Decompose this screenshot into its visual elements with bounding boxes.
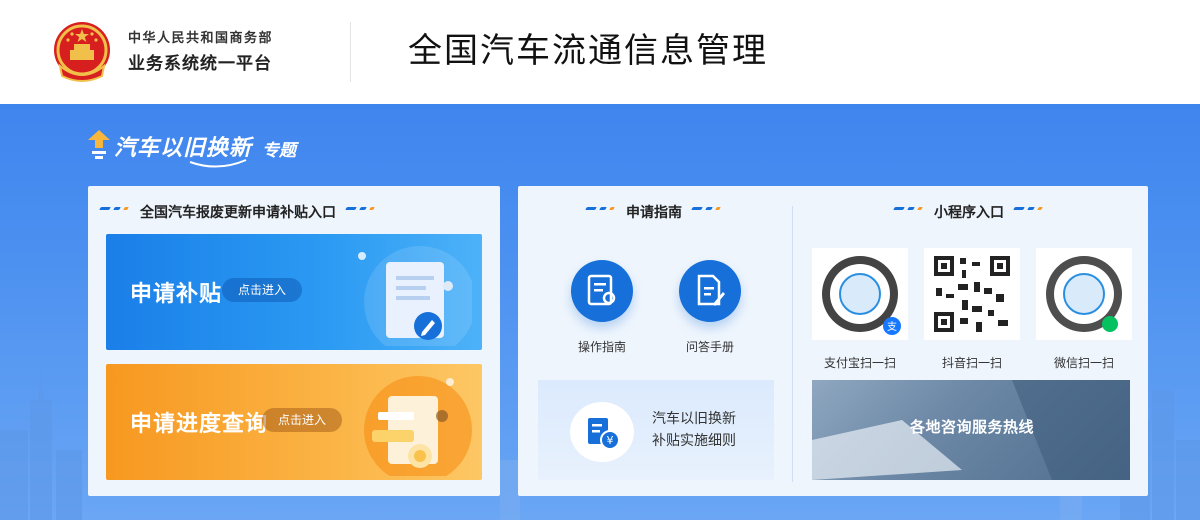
- rules-title-line2: 补贴实施细则: [652, 433, 736, 449]
- arrow-up-icon: [88, 130, 110, 159]
- title-decoration-left: [892, 202, 926, 216]
- qa-manual-link[interactable]: 问答手册: [670, 260, 750, 355]
- operation-guide-icon: [571, 260, 633, 322]
- swoosh-decoration: [189, 159, 247, 168]
- progress-illustration-icon: [364, 376, 472, 476]
- progress-query-title: 申请进度查询: [130, 412, 269, 437]
- alipay-qr-code-icon: 支: [812, 248, 908, 340]
- douyin-qr-code-icon: [924, 248, 1020, 340]
- platform-name: 业务系统统一平台: [128, 54, 272, 74]
- douyin-qr-label: 抖音扫一扫: [941, 356, 1002, 370]
- apply-subsidy-title: 申请补贴: [130, 282, 223, 307]
- hotline-label: 各地咨询服务热线: [910, 418, 1035, 436]
- document-edit-illustration-icon: [358, 246, 472, 346]
- national-emblem-icon: [54, 22, 110, 82]
- alipay-qr-label: 支付宝扫一扫: [823, 356, 896, 370]
- title-decoration-right: [690, 202, 724, 216]
- header-divider: [350, 22, 351, 82]
- hero-section: 汽车以旧换新 专题 全国汽车报废更新申请补贴入口 申请补贴 点击进入 申请进度查…: [0, 104, 1200, 520]
- site-header: 中华人民共和国商务部 业务系统统一平台 全国汽车流通信息管理: [0, 0, 1200, 104]
- progress-query-enter-button[interactable]: 点击进入: [262, 408, 343, 432]
- topic-banner: 汽车以旧换新 专题: [88, 128, 318, 174]
- panel-divider: [792, 206, 793, 482]
- title-decoration-left: [98, 202, 132, 216]
- operation-guide-label: 操作指南: [577, 340, 626, 354]
- apply-subsidy-enter-button[interactable]: 点击进入: [222, 278, 303, 302]
- subsidy-section-title: 全国汽车报废更新申请补贴入口: [99, 202, 375, 222]
- subsidy-entry-panel: 全国汽车报废更新申请补贴入口 申请补贴 点击进入 申请进度查询 点击进入: [88, 186, 500, 496]
- wechat-qr-label: 微信扫一扫: [1053, 356, 1114, 370]
- title-decoration-left: [584, 202, 618, 216]
- title-decoration-right: [1012, 202, 1046, 216]
- wechat-qr-code-icon: [1036, 248, 1132, 340]
- alipay-badge: 支: [887, 321, 897, 333]
- wechat-qr[interactable]: 微信扫一扫: [1036, 248, 1132, 371]
- qa-manual-icon: [679, 260, 741, 322]
- progress-query-card[interactable]: 申请进度查询 点击进入: [106, 364, 482, 480]
- miniprogram-section-title: 小程序入口: [893, 202, 1043, 222]
- apply-subsidy-card[interactable]: 申请补贴 点击进入: [106, 234, 482, 350]
- douyin-qr[interactable]: 抖音扫一扫: [924, 248, 1020, 371]
- svg-text:¥: ¥: [607, 434, 614, 447]
- title-decoration-right: [344, 202, 378, 216]
- implementation-rules-link[interactable]: ¥ 汽车以旧换新 补贴实施细则: [538, 380, 774, 480]
- operation-guide-link[interactable]: 操作指南: [562, 260, 642, 355]
- guide-and-miniprogram-panel: 申请指南 操作指南 问答手册 ¥ 汽车以旧换新 补贴实施细则 小程序入口 支 支…: [518, 186, 1148, 496]
- alipay-qr[interactable]: 支 支付宝扫一扫: [812, 248, 908, 371]
- rules-title-line1: 汽车以旧换新: [652, 411, 736, 427]
- org-name: 中华人民共和国商务部: [128, 31, 274, 46]
- site-title: 全国汽车流通信息管理: [408, 31, 768, 71]
- yuan-document-icon: ¥: [570, 402, 634, 462]
- topic-subtitle: 专题: [262, 141, 296, 161]
- qa-manual-label: 问答手册: [685, 340, 734, 354]
- guide-section-title: 申请指南: [585, 202, 721, 222]
- hotline-banner[interactable]: 各地咨询服务热线: [812, 380, 1130, 480]
